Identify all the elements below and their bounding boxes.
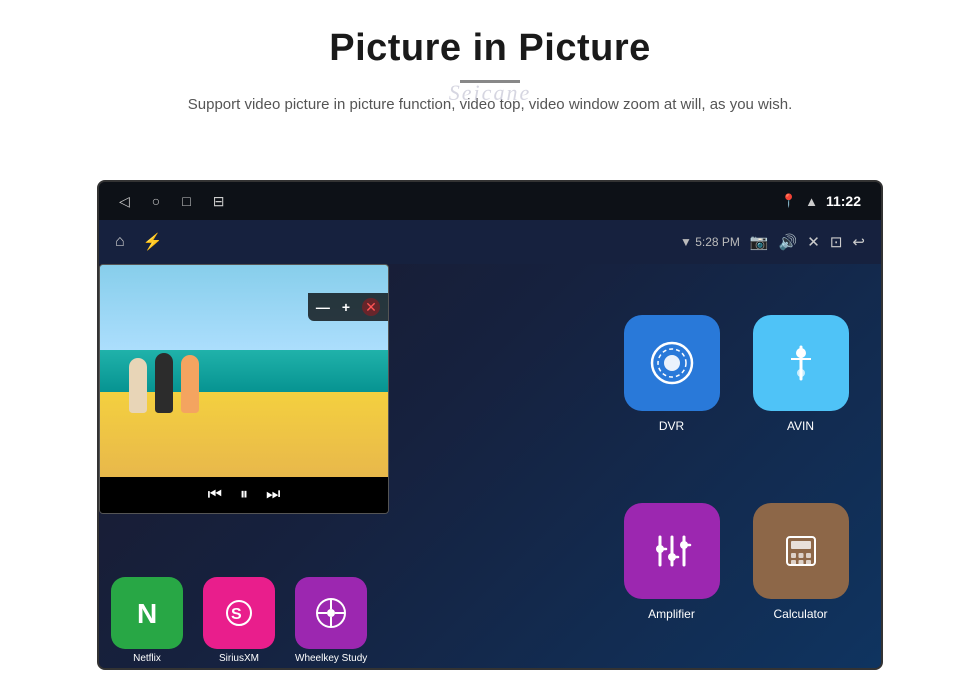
toolbar-right: ▼ 5:28 PM 📷 🔊 ✕ ⊡ ↩ bbox=[680, 233, 865, 251]
top-section: Picture in Picture Seicane Support video… bbox=[0, 0, 980, 137]
volume-button[interactable]: 🔊 bbox=[779, 233, 798, 251]
figure-3 bbox=[181, 355, 199, 413]
bottom-apps-row: N Netflix S SiriusXM bbox=[99, 592, 581, 670]
home-nav-icon[interactable]: ○ bbox=[152, 193, 160, 209]
app-item-netflix[interactable]: N Netflix bbox=[111, 577, 183, 664]
netflix-svg-icon: N bbox=[129, 595, 165, 631]
pip-maximize-button[interactable]: + bbox=[342, 299, 350, 315]
status-bar: ◁ ○ □ ⊟ 📍 ▲ 11:22 bbox=[99, 182, 881, 220]
page-wrapper: Picture in Picture Seicane Support video… bbox=[0, 0, 980, 137]
pip-next-button[interactable]: ⏭ bbox=[266, 486, 280, 504]
status-bar-left: ◁ ○ □ ⊟ bbox=[119, 193, 224, 210]
avin-svg-icon bbox=[777, 339, 825, 387]
title-divider bbox=[460, 80, 520, 83]
device-frame: ◁ ○ □ ⊟ 📍 ▲ 11:22 ⌂ ⚡ ▼ 5:28 PM 📷 🔊 ✕ bbox=[97, 180, 883, 670]
toolbar-left: ⌂ ⚡ bbox=[115, 232, 163, 252]
svg-text:S: S bbox=[231, 606, 242, 623]
wifi-time: ▼ 5:28 PM bbox=[680, 235, 740, 249]
figure-1 bbox=[129, 358, 147, 413]
close-button[interactable]: ✕ bbox=[807, 233, 820, 251]
figure-2 bbox=[155, 353, 173, 413]
siriusxm-icon-box: S bbox=[203, 577, 275, 649]
avin-label: AVIN bbox=[787, 419, 814, 433]
pip-play-pause-button[interactable]: ⏸ bbox=[240, 486, 248, 504]
amplifier-icon-box bbox=[624, 503, 720, 599]
page-title: Picture in Picture bbox=[60, 28, 920, 70]
wheelkey-label: Wheelkey Study bbox=[295, 653, 367, 664]
back-nav-icon[interactable]: ◁ bbox=[119, 193, 130, 210]
wheelkey-svg-icon bbox=[313, 595, 349, 631]
usb-icon[interactable]: ⚡ bbox=[143, 232, 163, 252]
dvr-icon-box bbox=[624, 315, 720, 411]
subtitle: Support video picture in picture functio… bbox=[100, 93, 880, 117]
pip-prev-button[interactable]: ⏮ bbox=[208, 486, 222, 504]
camera-button[interactable]: 📷 bbox=[750, 233, 769, 251]
recents-nav-icon[interactable]: □ bbox=[182, 193, 190, 209]
toolbar: ⌂ ⚡ ▼ 5:28 PM 📷 🔊 ✕ ⊡ ↩ bbox=[99, 220, 881, 264]
pip-window[interactable]: ▶ — + ✕ bbox=[99, 264, 389, 514]
app-item-dvr[interactable]: DVR bbox=[607, 280, 736, 468]
gps-icon: 📍 bbox=[781, 193, 797, 209]
app-item-amplifier[interactable]: Amplifier bbox=[607, 468, 736, 656]
netflix-icon-box: N bbox=[111, 577, 183, 649]
pip-controls: ⏮ ⏸ ⏭ bbox=[100, 477, 388, 513]
calculator-icon-box bbox=[753, 503, 849, 599]
calculator-label: Calculator bbox=[773, 607, 827, 621]
netflix-label: Netflix bbox=[133, 653, 161, 664]
app-item-wheelkey[interactable]: Wheelkey Study bbox=[295, 577, 367, 664]
amplifier-label: Amplifier bbox=[648, 607, 695, 621]
status-time: 11:22 bbox=[826, 193, 861, 209]
dvr-svg-icon bbox=[648, 339, 696, 387]
app-area: ▶ — + ✕ bbox=[99, 264, 881, 670]
signal-icon: ▲ bbox=[805, 194, 818, 209]
pip-resize-bar: — + ✕ bbox=[308, 293, 388, 321]
app-item-avin[interactable]: AVIN bbox=[736, 280, 865, 468]
right-apps-grid: DVR AVIN bbox=[591, 264, 881, 670]
app-item-siriusxm[interactable]: S SiriusXM bbox=[203, 577, 275, 664]
dvr-label: DVR bbox=[659, 419, 684, 433]
menu-nav-icon[interactable]: ⊟ bbox=[213, 193, 225, 210]
avin-icon-box bbox=[753, 315, 849, 411]
siriusxm-svg-icon: S bbox=[221, 595, 257, 631]
beach-figures bbox=[129, 353, 199, 413]
wheelkey-icon-box bbox=[295, 577, 367, 649]
pip-close-button[interactable]: ✕ bbox=[362, 298, 380, 316]
window-button[interactable]: ⊡ bbox=[830, 233, 843, 251]
status-bar-right: 📍 ▲ 11:22 bbox=[781, 193, 861, 209]
back-button[interactable]: ↩ bbox=[852, 233, 865, 251]
siriusxm-label: SiriusXM bbox=[219, 653, 259, 664]
svg-text:N: N bbox=[137, 598, 157, 629]
pip-minimize-button[interactable]: — bbox=[316, 299, 330, 315]
home-icon[interactable]: ⌂ bbox=[115, 233, 125, 251]
calculator-svg-icon bbox=[777, 527, 825, 575]
amplifier-svg-icon bbox=[648, 527, 696, 575]
app-item-calculator[interactable]: Calculator bbox=[736, 468, 865, 656]
